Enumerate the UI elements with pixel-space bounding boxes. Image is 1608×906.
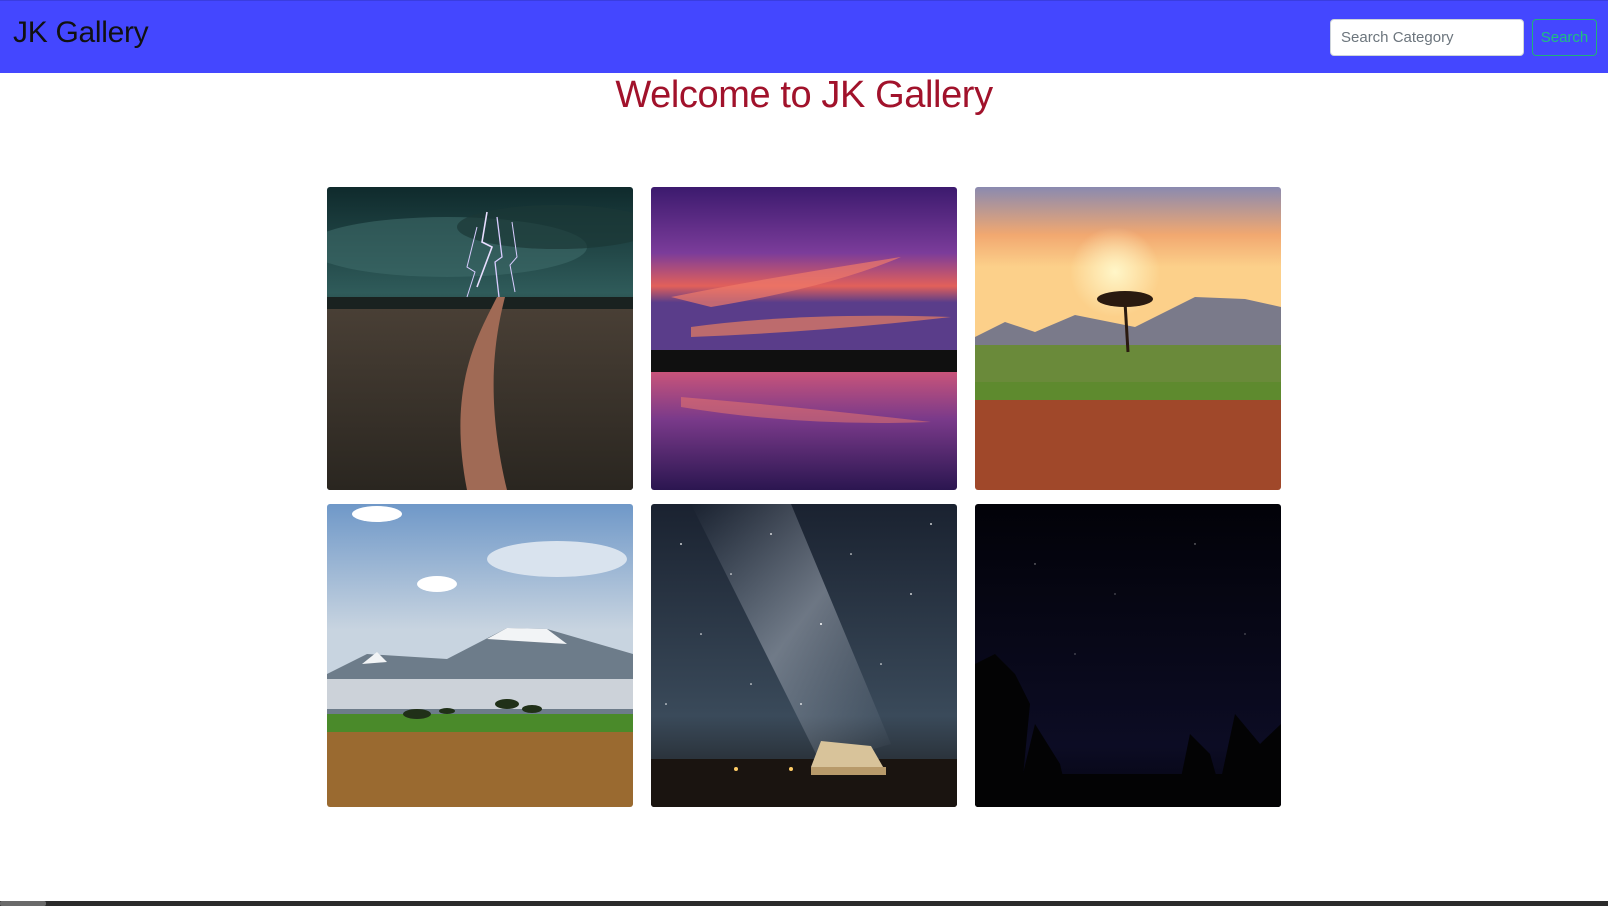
kilimanjaro-plains-photo <box>327 504 633 807</box>
night-sky-trees-photo <box>975 504 1281 807</box>
search-input[interactable] <box>1330 19 1524 56</box>
image-gallery <box>327 187 1282 807</box>
sunset-lake-photo <box>651 187 957 490</box>
gallery-image-night-sky[interactable] <box>975 504 1281 807</box>
gallery-image-kilimanjaro[interactable] <box>327 504 633 807</box>
gallery-image-milky-way-tent[interactable] <box>651 504 957 807</box>
lightning-field-photo <box>327 187 633 490</box>
brand-logo[interactable]: JK Gallery <box>13 16 149 50</box>
scrollbar-thumb[interactable] <box>0 901 46 906</box>
horizontal-scrollbar[interactable] <box>0 901 1608 906</box>
savanna-tree-sunset-photo <box>975 187 1281 490</box>
gallery-image-lightning-field[interactable] <box>327 187 633 490</box>
milky-way-tent-photo <box>651 504 957 807</box>
gallery-image-sunset-lake[interactable] <box>651 187 957 490</box>
page-title: Welcome to JK Gallery <box>615 74 993 116</box>
navbar: JK Gallery Search <box>0 0 1608 73</box>
search-button[interactable]: Search <box>1532 19 1597 56</box>
gallery-image-savanna-sunset[interactable] <box>975 187 1281 490</box>
